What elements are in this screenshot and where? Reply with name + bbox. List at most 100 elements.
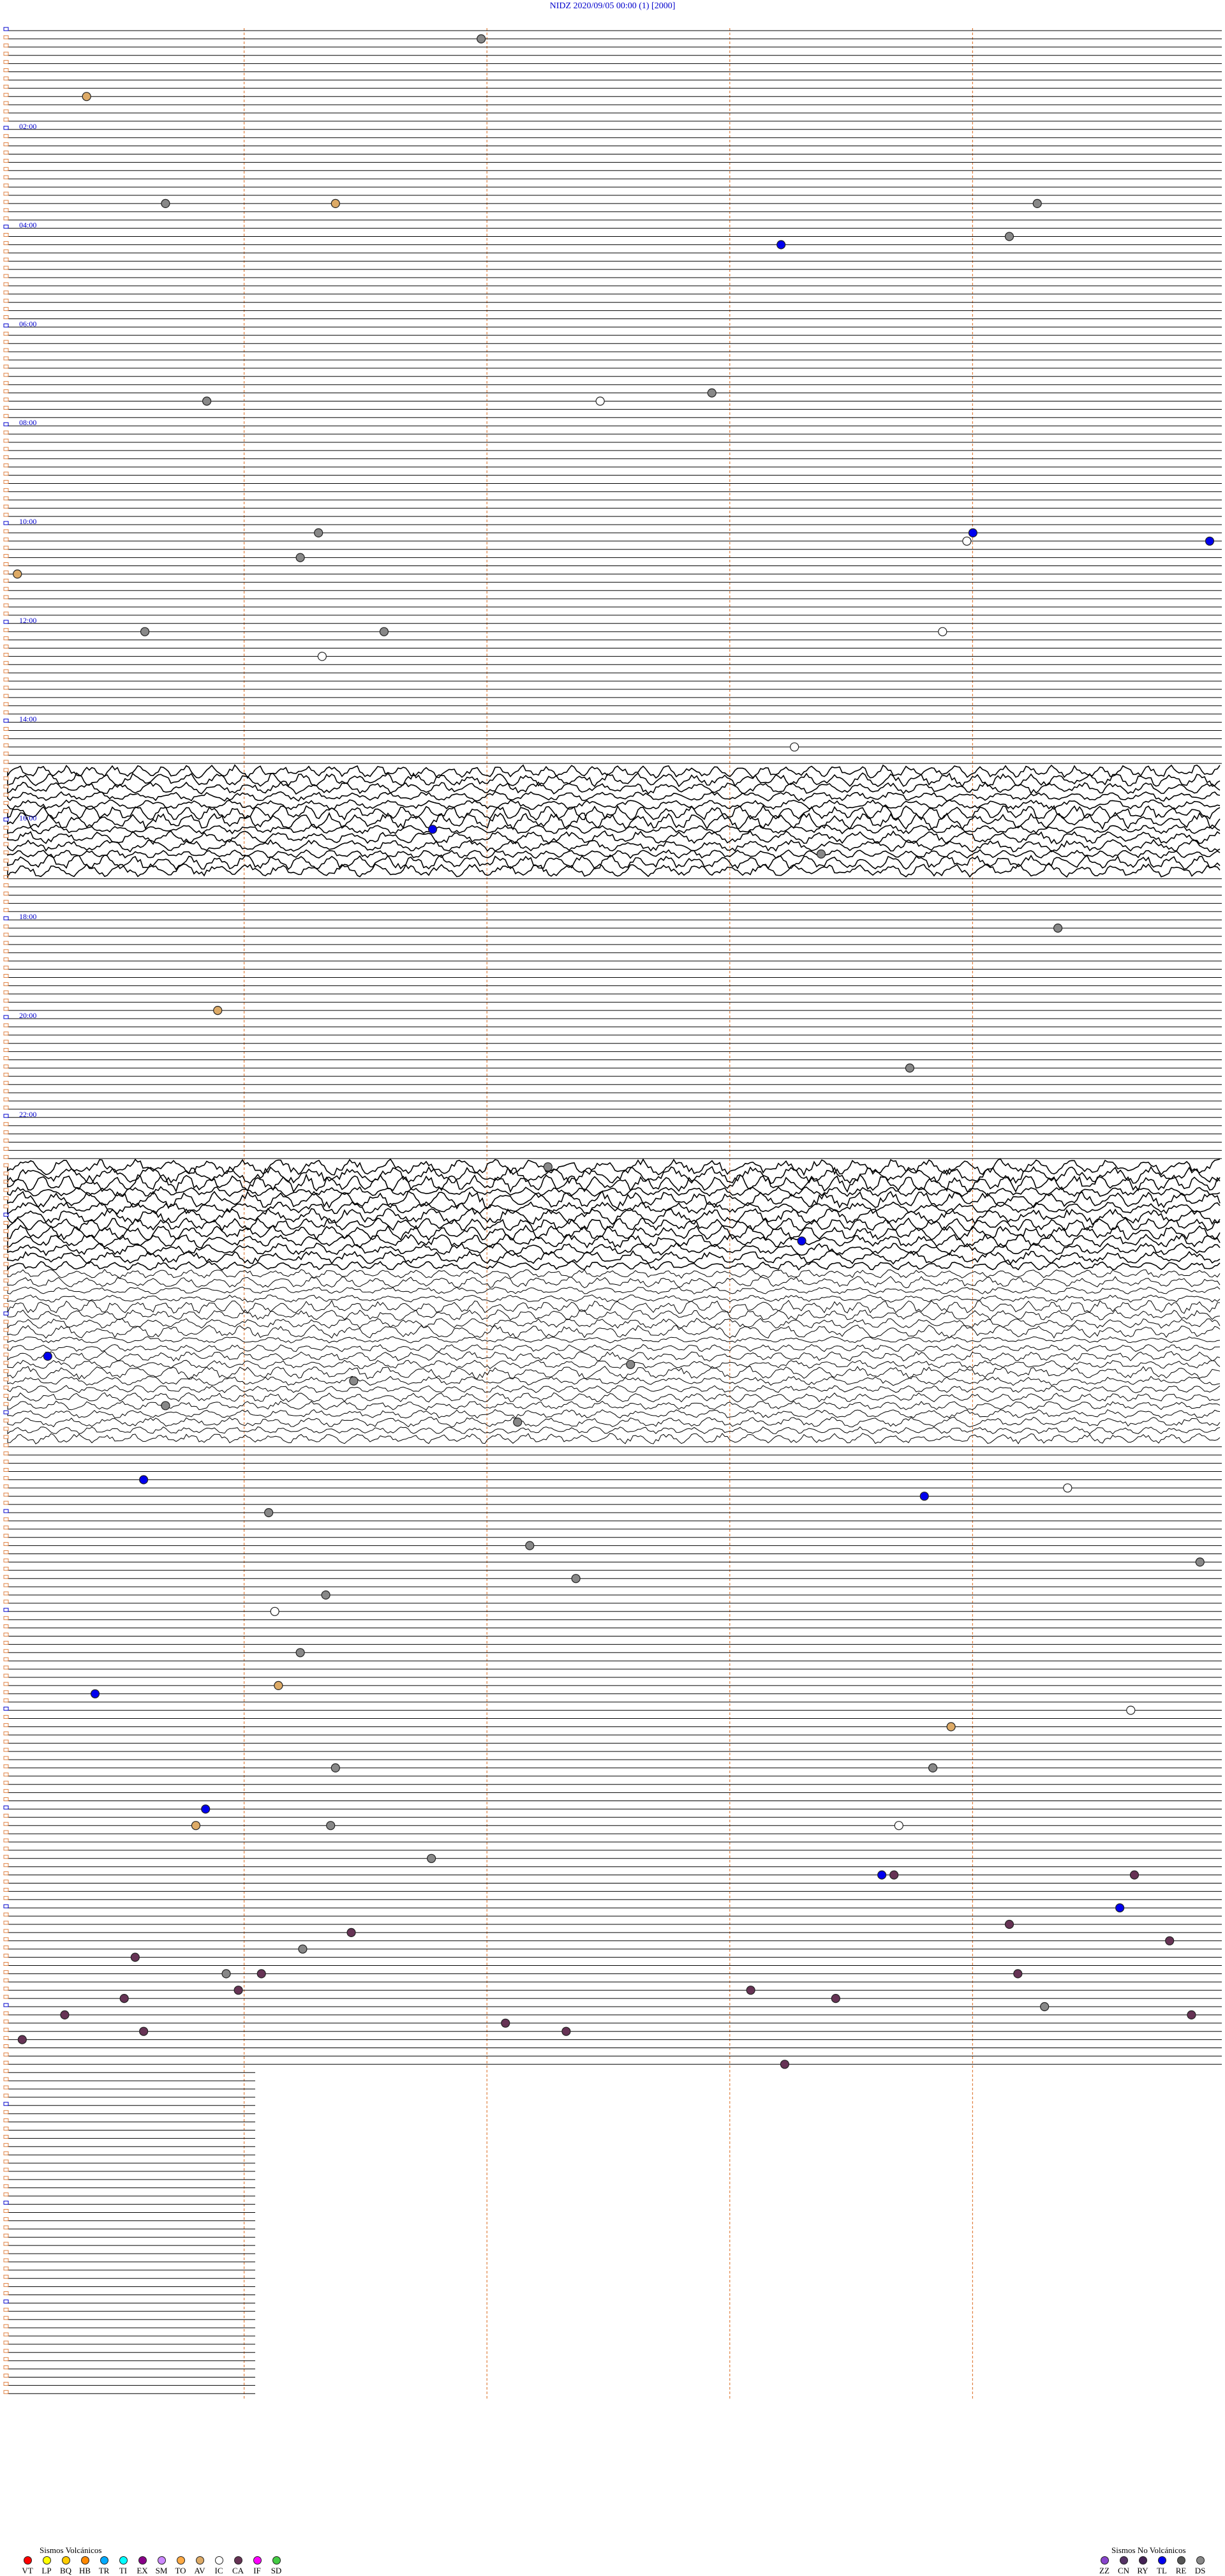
event-marker-ca	[139, 2026, 149, 2036]
legend-label: HB	[78, 2566, 91, 2575]
line-marker	[3, 1328, 9, 1332]
legend-item-tl: TL	[1154, 2556, 1170, 2576]
line-marker	[3, 414, 9, 418]
event-marker-av	[82, 92, 91, 101]
line-marker	[3, 167, 9, 171]
event-marker-ds	[626, 1359, 635, 1369]
line-marker	[3, 924, 9, 929]
line-marker	[3, 2349, 9, 2353]
event-marker-ca	[1129, 1870, 1140, 1880]
line-marker	[3, 1822, 9, 1826]
legend-nonvolcanic-title: Sismos No Volcánicos	[1111, 2545, 1186, 2555]
line-marker	[3, 315, 9, 319]
legend-item-ds: DS	[1192, 2556, 1208, 2576]
event-marker-ds	[161, 198, 170, 208]
trace-line	[7, 1261, 1221, 1271]
legend-label: LP	[41, 2566, 52, 2575]
line-marker	[3, 1896, 9, 1900]
event-marker-ic	[595, 396, 605, 406]
event-marker-ds	[202, 396, 212, 406]
line-marker	[3, 1386, 9, 1389]
trace-line	[7, 772, 1221, 788]
line-marker	[3, 719, 9, 723]
line-marker	[3, 480, 9, 484]
line-marker	[3, 1509, 9, 1513]
event-marker-tl	[201, 1804, 211, 1814]
trace-line	[7, 1294, 1221, 1303]
line-marker	[3, 2143, 9, 2147]
line-marker	[3, 216, 9, 221]
line-marker	[3, 175, 9, 179]
line-marker	[3, 1089, 9, 1093]
trace-line	[7, 1375, 1221, 1386]
trace-line	[7, 1351, 1221, 1362]
line-marker	[3, 1838, 9, 1843]
line-marker	[3, 35, 9, 40]
line-marker	[3, 1534, 9, 1538]
line-marker	[3, 1707, 9, 1711]
hour-label: 20:00	[19, 1011, 36, 1020]
line-marker	[3, 1772, 9, 1777]
line-marker	[3, 1657, 9, 1661]
event-marker-ca	[501, 2018, 510, 2028]
legend-item-ic: IC	[211, 2556, 227, 2576]
line-marker	[3, 134, 9, 139]
line-marker	[3, 1863, 9, 1868]
line-marker	[3, 1633, 9, 1636]
hour-label: 06:00	[19, 319, 36, 328]
line-marker	[3, 727, 9, 731]
helicorder-plot: 02:00 04:00 06:00 08:00 10:00 12:00 14:00 16:00…	[3, 27, 1222, 2400]
event-marker-av	[191, 1821, 201, 1831]
line-marker	[3, 1789, 9, 1793]
legend-dot	[272, 2556, 281, 2565]
event-marker-ca	[1004, 1919, 1014, 1929]
legend-item-vt: VT	[19, 2556, 36, 2576]
trace-line	[7, 830, 1221, 845]
event-marker-av	[946, 1722, 956, 1732]
hour-label: 10:00	[19, 517, 36, 526]
line-marker	[3, 1015, 9, 1019]
line-marker	[3, 1805, 9, 1809]
line-marker	[3, 2192, 9, 2197]
trace-line	[7, 1432, 1221, 1444]
line-marker	[3, 867, 9, 871]
legend-item-ry: RY	[1134, 2556, 1151, 2576]
line-marker	[3, 1064, 9, 1068]
legend-dot	[119, 2556, 128, 2565]
event-marker-ca	[119, 1994, 129, 2003]
legend-item-to: TO	[172, 2556, 189, 2576]
line-marker	[3, 463, 9, 468]
line-marker	[3, 982, 9, 986]
line-marker	[3, 191, 9, 196]
event-marker-ca	[746, 1986, 755, 1995]
line-marker	[3, 1023, 9, 1028]
event-marker-ds	[295, 553, 305, 562]
line-marker	[3, 1995, 9, 1999]
legend-volcanic-title: Sismos Volcánicos	[40, 2545, 102, 2555]
line-marker	[3, 710, 9, 715]
line-marker	[3, 2118, 9, 2123]
line-marker	[3, 282, 9, 287]
line-marker	[3, 1912, 9, 1917]
hour-label: 16:00	[19, 813, 36, 822]
line-marker	[3, 1287, 9, 1291]
line-marker	[3, 2110, 9, 2115]
line-marker	[3, 101, 9, 105]
line-marker	[3, 1748, 9, 1752]
line-marker	[3, 1640, 9, 1645]
legend-dot	[157, 2556, 166, 2565]
line-marker	[3, 554, 9, 558]
line-marker	[3, 521, 9, 525]
line-marker	[3, 1130, 9, 1135]
line-marker	[3, 1072, 9, 1077]
line-marker	[3, 1007, 9, 1011]
line-marker	[3, 76, 9, 80]
line-marker	[3, 438, 9, 443]
line-marker	[3, 241, 9, 245]
line-marker	[3, 299, 9, 303]
line-marker	[3, 488, 9, 492]
line-marker	[3, 1163, 9, 1167]
legend-dot	[100, 2556, 108, 2565]
line-marker	[3, 1369, 9, 1374]
event-marker-ds	[295, 1648, 305, 1658]
